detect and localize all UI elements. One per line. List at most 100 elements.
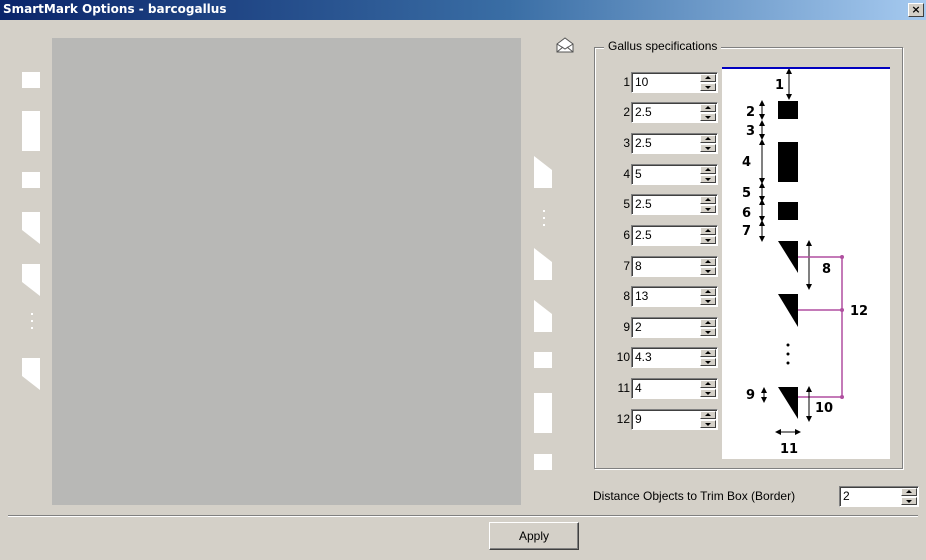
- spin-down-button[interactable]: [700, 144, 716, 152]
- spin-down-button[interactable]: [700, 205, 716, 213]
- spec-label: 7: [623, 259, 630, 273]
- spec-spinbox: [631, 317, 718, 338]
- dim-label-8: 8: [822, 262, 831, 277]
- spin-down-button[interactable]: [700, 267, 716, 275]
- spec-spinbox: [631, 225, 718, 246]
- preview-area: [52, 38, 521, 505]
- close-icon[interactable]: ×: [908, 3, 924, 17]
- spec-spinbox: [631, 347, 718, 368]
- spec-label: 8: [623, 289, 630, 303]
- spec-spinbox: [631, 72, 718, 93]
- separator: [8, 515, 918, 517]
- spec-input-7[interactable]: [635, 258, 699, 274]
- spec-input-10[interactable]: [635, 349, 699, 365]
- preview-mark-triangle: [534, 300, 552, 332]
- preview-mark: [22, 72, 40, 88]
- distance-input[interactable]: [843, 488, 901, 504]
- spec-input-8[interactable]: [635, 288, 699, 304]
- spin-down-button[interactable]: [901, 497, 917, 505]
- spin-down-button[interactable]: [700, 297, 716, 305]
- spec-label: 6: [623, 228, 630, 242]
- spin-down-button[interactable]: [700, 113, 716, 121]
- gallus-triangle: [778, 241, 798, 273]
- spec-label: 12: [616, 412, 630, 426]
- spin-down-button[interactable]: [700, 83, 716, 91]
- gallus-diagram: 1 2 3 4 5 6 7 8 12 9 10 11: [722, 67, 890, 459]
- distance-spinbox: [839, 486, 919, 507]
- spin-up-button[interactable]: [700, 411, 716, 419]
- dim-label-2: 2: [746, 105, 755, 120]
- spin-up-button[interactable]: [700, 349, 716, 357]
- gallus-mark: [778, 142, 798, 182]
- spec-input-12[interactable]: [635, 411, 699, 427]
- spin-down-button[interactable]: [700, 420, 716, 428]
- spin-down-button[interactable]: [700, 175, 716, 183]
- dim-label-7: 7: [742, 224, 751, 239]
- spec-spinbox: [631, 409, 718, 430]
- preview-mark-triangle: [22, 264, 40, 296]
- spin-up-button[interactable]: [700, 227, 716, 235]
- spec-spinbox: [631, 164, 718, 185]
- spin-down-button[interactable]: [700, 328, 716, 336]
- spec-input-9[interactable]: [635, 319, 699, 335]
- spin-up-button[interactable]: [700, 135, 716, 143]
- spec-spinbox: [631, 133, 718, 154]
- spec-input-3[interactable]: [635, 135, 699, 151]
- spec-input-2[interactable]: [635, 104, 699, 120]
- preview-mark-triangle: [534, 248, 552, 280]
- spin-up-button[interactable]: [700, 166, 716, 174]
- spec-input-6[interactable]: [635, 227, 699, 243]
- spec-label: 3: [623, 136, 630, 150]
- spec-input-5[interactable]: [635, 196, 699, 212]
- spec-input-1[interactable]: [635, 74, 699, 90]
- dim-label-11: 11: [780, 442, 798, 457]
- distance-label: Distance Objects to Trim Box (Border): [593, 489, 796, 503]
- bracket-line: [798, 256, 843, 398]
- spec-label: 4: [623, 167, 630, 181]
- spin-up-button[interactable]: [700, 288, 716, 296]
- spin-up-button[interactable]: [700, 74, 716, 82]
- preview-mark: [534, 352, 552, 368]
- spin-up-button[interactable]: [700, 258, 716, 266]
- dim-label-3: 3: [746, 124, 755, 139]
- spec-label: 2: [623, 105, 630, 119]
- spin-down-button[interactable]: [700, 236, 716, 244]
- ellipsis-dots: [31, 313, 33, 334]
- spin-down-button[interactable]: [700, 358, 716, 366]
- preview-mark-triangle: [534, 156, 552, 188]
- preview-mark: [22, 111, 40, 151]
- envelope-icon[interactable]: [556, 37, 574, 53]
- spec-label: 5: [623, 197, 630, 211]
- dim-label-4: 4: [742, 155, 751, 170]
- spec-label: 11: [617, 381, 630, 395]
- spec-spinbox: [631, 256, 718, 277]
- apply-button[interactable]: Apply: [489, 522, 579, 550]
- spin-up-button[interactable]: [700, 104, 716, 112]
- spin-up-button[interactable]: [901, 488, 917, 496]
- preview-mark: [22, 172, 40, 188]
- spec-label: 10: [616, 350, 630, 364]
- dim-label-12: 12: [850, 304, 868, 319]
- spin-up-button[interactable]: [700, 196, 716, 204]
- dim-label-6: 6: [742, 206, 751, 221]
- ellipsis-dots: [543, 210, 545, 231]
- spin-down-button[interactable]: [700, 389, 716, 397]
- spec-spinbox: [631, 194, 718, 215]
- spec-spinbox: [631, 286, 718, 307]
- spin-up-button[interactable]: [700, 380, 716, 388]
- gallus-triangle: [778, 294, 798, 327]
- spec-spinbox: [631, 102, 718, 123]
- preview-mark: [534, 454, 552, 470]
- gallus-triangle: [778, 387, 798, 419]
- group-legend: Gallus specifications: [604, 39, 722, 53]
- gallus-mark: [778, 202, 798, 220]
- spin-up-button[interactable]: [700, 319, 716, 327]
- spec-label: 1: [623, 75, 630, 89]
- preview-mark-triangle: [22, 358, 40, 390]
- spec-label: 9: [623, 320, 630, 334]
- spec-input-4[interactable]: [635, 166, 699, 182]
- window-title: SmartMark Options - barcogallus: [3, 2, 227, 16]
- dim-label-10: 10: [815, 401, 833, 416]
- preview-mark: [534, 393, 552, 433]
- spec-input-11[interactable]: [635, 380, 699, 396]
